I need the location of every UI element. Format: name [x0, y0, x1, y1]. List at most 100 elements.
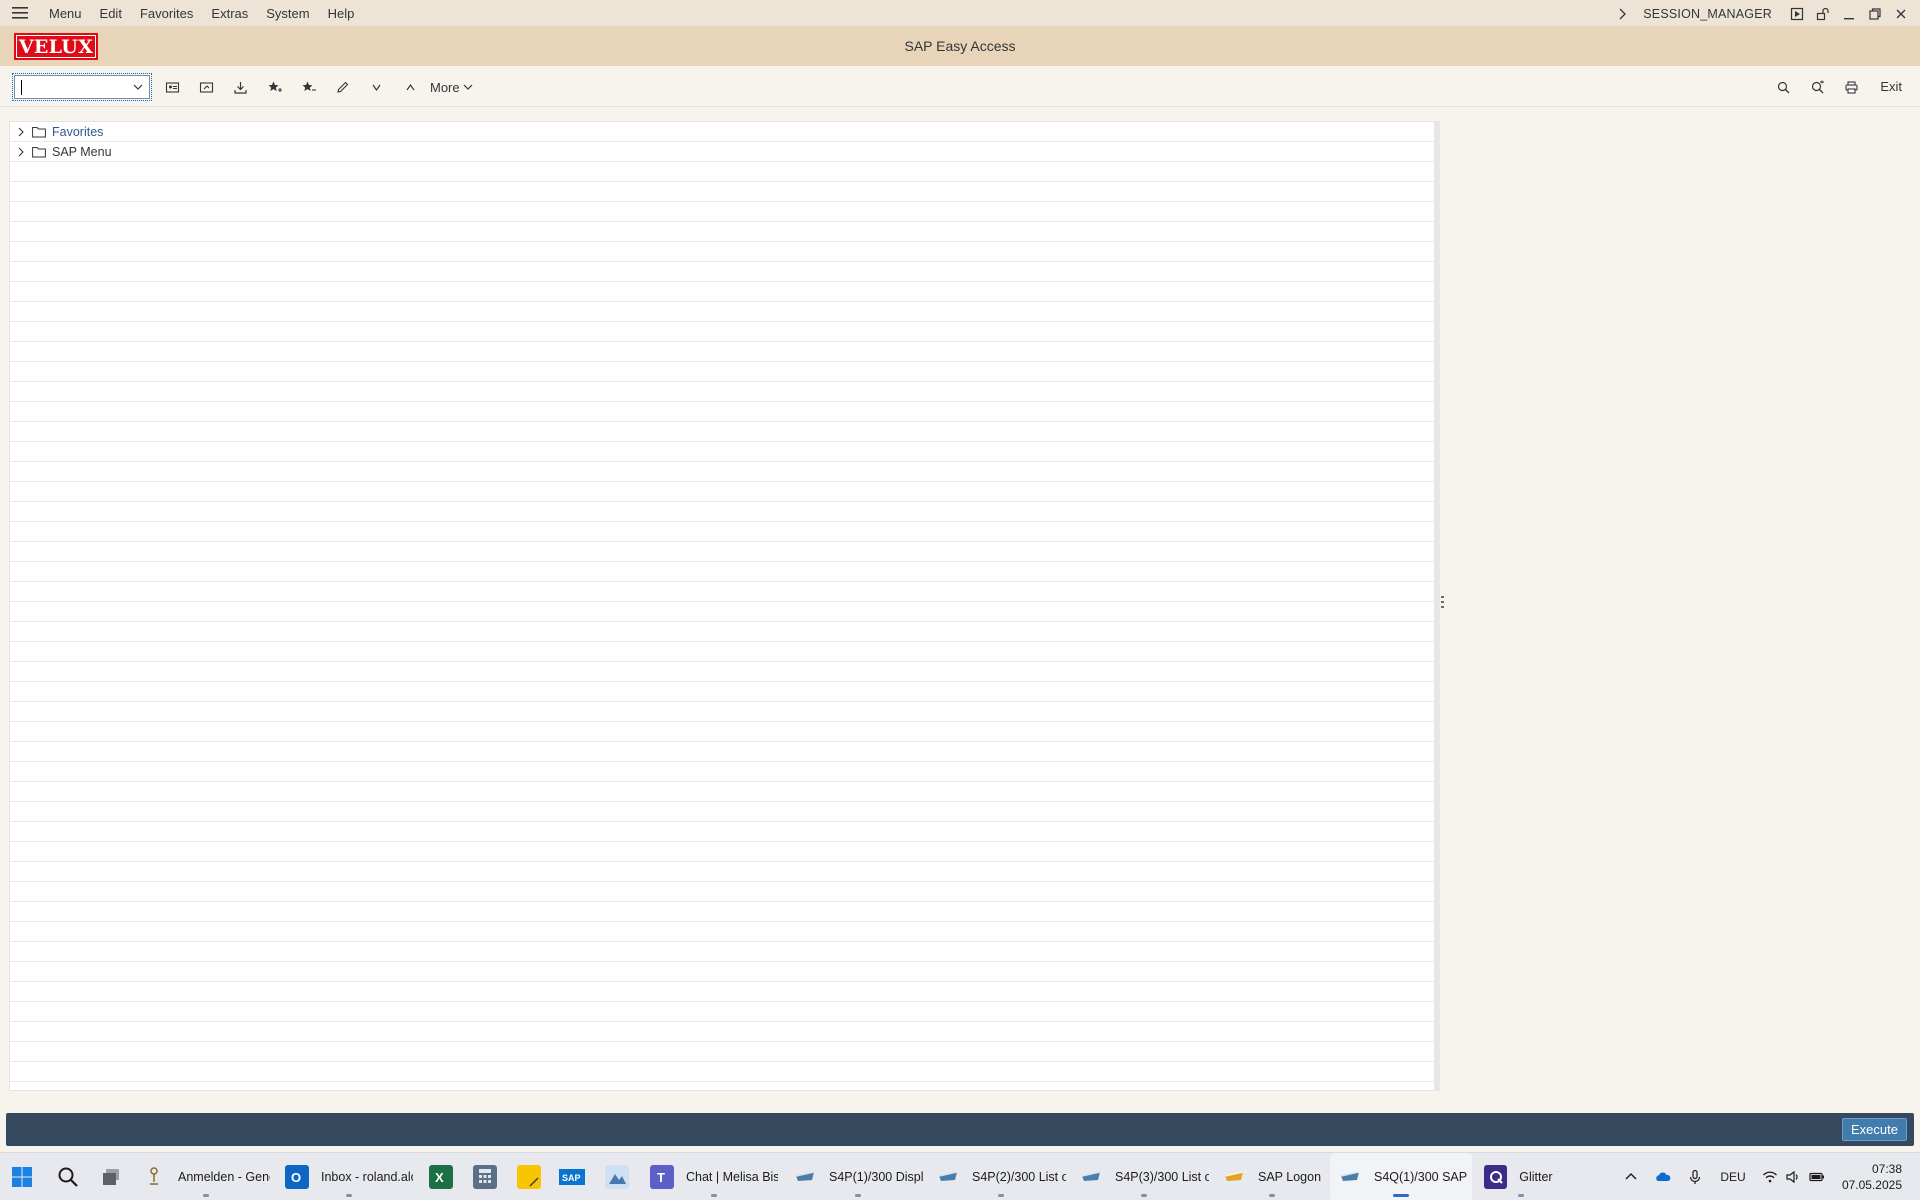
taskbar-app-s4p2[interactable]: S4P(2)/300 List o [936, 1153, 1066, 1200]
svg-text:SAP: SAP [562, 1173, 581, 1183]
find-button[interactable] [1769, 76, 1797, 98]
empty-tree-row [10, 242, 1434, 262]
taskbar-app-s4p1[interactable]: S4P(1)/300 Displa [793, 1153, 923, 1200]
empty-tree-row [10, 162, 1434, 182]
execute-button[interactable]: Execute [1842, 1118, 1907, 1141]
menu-item-help[interactable]: Help [319, 0, 364, 27]
taskbar-app-sticky-notes[interactable] [517, 1153, 543, 1200]
taskbar-app-image-viewer[interactable] [605, 1153, 631, 1200]
tree-node-favorites[interactable]: Favorites [10, 122, 1434, 142]
taskbar-search-button[interactable] [54, 1153, 82, 1200]
empty-tree-row [10, 482, 1434, 502]
taskbar-app-sap[interactable]: SAP [559, 1153, 587, 1200]
tree-node-label[interactable]: SAP Menu [52, 145, 112, 159]
sap-menu-button[interactable] [192, 76, 220, 98]
sticky-notes-icon [517, 1165, 541, 1189]
command-input[interactable] [15, 76, 125, 98]
chevron-right-icon[interactable] [1609, 0, 1635, 27]
more-button[interactable]: More [430, 76, 473, 98]
menu-item-extras[interactable]: Extras [202, 0, 257, 27]
taskbar-app-teams[interactable]: T Chat | Melisa Bish [650, 1153, 778, 1200]
microphone-button[interactable] [1684, 1153, 1706, 1200]
taskbar-app-glitter[interactable]: Glitter [1484, 1153, 1558, 1200]
wifi-button[interactable] [1760, 1153, 1780, 1200]
folder-icon [32, 145, 48, 158]
volume-button[interactable] [1783, 1153, 1803, 1200]
taskbar-clock[interactable]: 07:38 07.05.2025 [1842, 1161, 1902, 1193]
exit-button[interactable]: Exit [1880, 76, 1902, 98]
onedrive-button[interactable] [1652, 1153, 1674, 1200]
taskbar-app-label: Anmelden - Gene [178, 1170, 270, 1184]
user-menu-button[interactable] [158, 76, 186, 98]
expand-button[interactable] [362, 76, 390, 98]
add-favorite-button[interactable] [260, 76, 288, 98]
taskbar-app-outlook[interactable]: O Inbox - roland.alc [285, 1153, 413, 1200]
empty-tree-row [10, 802, 1434, 822]
user-menu-icon [165, 81, 179, 93]
running-indicator [203, 1194, 209, 1197]
folder-icon [32, 125, 48, 138]
print-button[interactable] [1837, 76, 1865, 98]
input-language-indicator[interactable]: DEU [1716, 1153, 1750, 1200]
close-icon[interactable] [1888, 0, 1914, 27]
minimize-icon[interactable] [1836, 0, 1862, 27]
session-manager-label: SESSION_MANAGER [1643, 6, 1772, 21]
svg-text:O: O [291, 1170, 301, 1185]
taskbar-app-s4q1[interactable]: S4Q(1)/300 SAP E [1330, 1153, 1472, 1200]
more-label: More [430, 79, 460, 95]
sap-logo-icon: SAP [559, 1169, 585, 1185]
taskbar-app-label: S4P(1)/300 Displa [829, 1170, 923, 1184]
start-button[interactable] [8, 1153, 36, 1200]
command-field[interactable] [12, 73, 152, 101]
menu-item-menu[interactable]: Menu [40, 0, 91, 27]
tree-node-sap-menu[interactable]: SAP Menu [10, 142, 1434, 162]
window-title: SAP Easy Access [904, 38, 1016, 54]
running-indicator [346, 1194, 352, 1197]
tree-node-label[interactable]: Favorites [52, 125, 103, 139]
task-view-button[interactable] [97, 1153, 125, 1200]
empty-tree-row [10, 562, 1434, 582]
glitter-icon [1484, 1165, 1508, 1189]
menu-item-system[interactable]: System [257, 0, 318, 27]
empty-tree-row [10, 582, 1434, 602]
download-button[interactable] [226, 76, 254, 98]
chevron-right-icon[interactable] [15, 126, 27, 138]
taskbar-app-excel[interactable]: X [429, 1153, 455, 1200]
collapse-button[interactable] [396, 76, 424, 98]
taskbar-app-calculator[interactable] [473, 1153, 499, 1200]
empty-tree-row [10, 1022, 1434, 1042]
empty-tree-row [10, 762, 1434, 782]
restore-icon[interactable] [1862, 0, 1888, 27]
taskbar-app-label: Inbox - roland.alc [321, 1170, 413, 1184]
battery-button[interactable] [1806, 1153, 1828, 1200]
printer-icon [1844, 80, 1858, 94]
taskbar-app-sap-logon[interactable]: SAP Logon [1222, 1153, 1322, 1200]
menu-bar: Menu Edit Favorites Extras System Help S… [0, 0, 1920, 27]
taskbar-app-anmelden[interactable]: Anmelden - Gene [142, 1153, 270, 1200]
speaker-icon [1786, 1170, 1798, 1184]
empty-tree-row [10, 942, 1434, 962]
find-next-button[interactable] [1803, 76, 1831, 98]
chevron-right-icon[interactable] [15, 146, 27, 158]
empty-tree-row [10, 862, 1434, 882]
show-hidden-icons-button[interactable] [1620, 1153, 1642, 1200]
unlock-icon[interactable] [1810, 0, 1836, 27]
taskbar-app-s4p3[interactable]: S4P(3)/300 List o [1079, 1153, 1209, 1200]
change-favorite-button[interactable] [328, 76, 356, 98]
taskbar-app-label: S4Q(1)/300 SAP E [1374, 1170, 1468, 1184]
title-bar: SAP Easy Access VELUX [0, 27, 1920, 66]
chevron-down-icon [463, 84, 473, 90]
empty-tree-row [10, 882, 1434, 902]
play-session-icon[interactable] [1784, 0, 1810, 27]
cloud-icon [1656, 1172, 1671, 1181]
empty-tree-row [10, 962, 1434, 982]
splitter-handle[interactable] [1441, 596, 1444, 608]
menu-item-edit[interactable]: Edit [91, 0, 131, 27]
running-indicator [711, 1194, 717, 1197]
sap-gui-icon [793, 1165, 817, 1189]
hamburger-menu-icon[interactable] [0, 0, 40, 27]
delete-favorite-button[interactable] [294, 76, 322, 98]
chevron-down-icon[interactable] [131, 80, 145, 94]
menu-item-favorites[interactable]: Favorites [131, 0, 202, 27]
chevron-up-icon [1625, 1173, 1637, 1180]
